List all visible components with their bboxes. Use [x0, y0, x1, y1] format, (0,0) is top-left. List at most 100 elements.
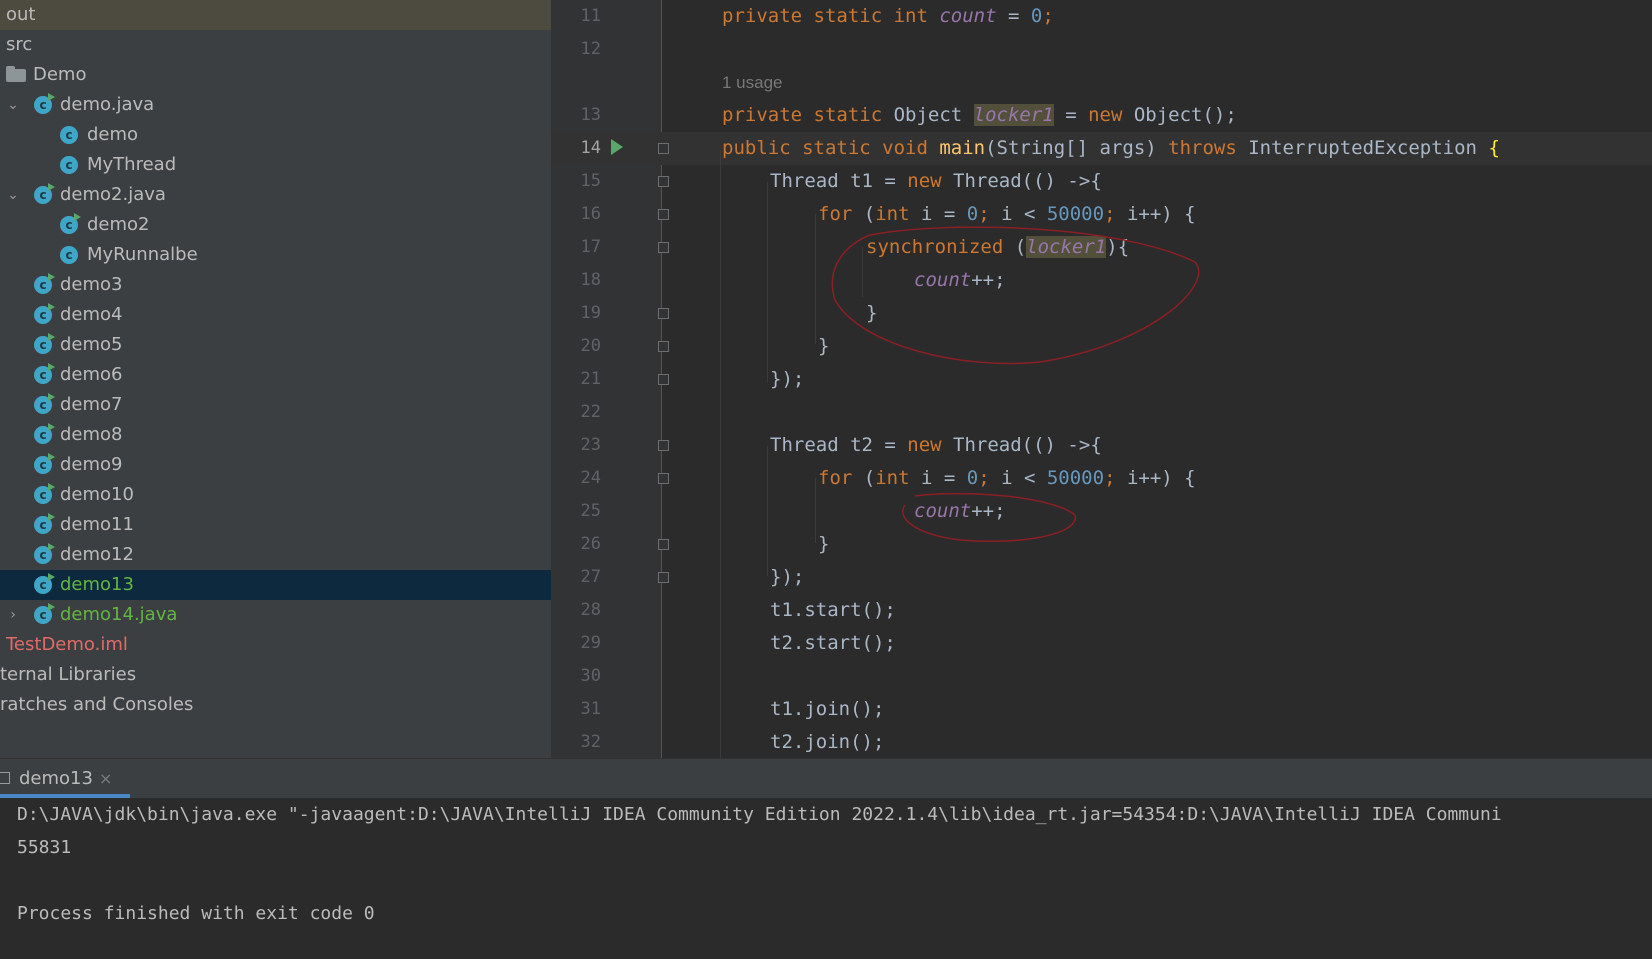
indent-guide [862, 247, 863, 297]
java-class-icon: c [34, 423, 55, 444]
tree-item-demo6[interactable]: c demo6 [0, 360, 551, 390]
fold-marker-icon[interactable] [658, 176, 669, 187]
fold-marker-icon[interactable] [658, 242, 669, 253]
code-line-25[interactable]: count++; [914, 495, 1006, 528]
fold-marker-icon[interactable] [658, 473, 669, 484]
code-line-20[interactable]: } [818, 330, 829, 363]
code-token: count [914, 500, 972, 522]
tree-item-external-libraries[interactable]: ternal Libraries [0, 660, 551, 690]
tree-item-label: demo5 [60, 334, 123, 355]
code-line-27[interactable]: }); [770, 561, 804, 594]
tree-item-demo4[interactable]: c demo4 [0, 300, 551, 330]
code-line-18[interactable]: count++; [914, 264, 1006, 297]
line-number: 32 [580, 732, 601, 752]
close-icon[interactable]: × [99, 759, 112, 798]
chevron-down-icon[interactable]: ⌄ [6, 90, 20, 120]
tree-item-mythread[interactable]: c MyThread [0, 150, 551, 180]
code-line-28[interactable]: t1.start(); [770, 594, 896, 627]
tree-item-label: demo10 [60, 484, 134, 505]
tree-item-demo2-class[interactable]: c demo2 [0, 210, 551, 240]
indent-guide [767, 446, 768, 576]
indent-guide [815, 214, 816, 344]
java-class-icon: c [60, 213, 81, 234]
line-number: 12 [580, 39, 601, 59]
tree-item-label: Demo [33, 64, 87, 85]
chevron-down-icon[interactable]: ⌄ [6, 180, 20, 210]
indent-guide [720, 150, 721, 758]
code-token: private static [722, 104, 894, 126]
code-line-16[interactable]: for (int i = 0; i < 50000; i++) { [818, 198, 1196, 231]
tree-item-demo11[interactable]: c demo11 [0, 510, 551, 540]
code-token: throws [1168, 137, 1249, 159]
code-token: ; [978, 203, 1002, 225]
fold-marker-icon[interactable] [658, 143, 669, 154]
code-line-26[interactable]: } [818, 528, 829, 561]
console-line-command[interactable]: D:\JAVA\jdk\bin\java.exe "-javaagent:D:\… [17, 798, 1502, 831]
tree-item-demo7[interactable]: c demo7 [0, 390, 551, 420]
run-tab-demo13[interactable]: demo13 × [0, 759, 130, 798]
code-token: (String[] args) [985, 137, 1169, 159]
usage-hint[interactable]: 1 usage [722, 66, 783, 99]
code-token: ++; [971, 500, 1006, 522]
line-number: 25 [580, 501, 601, 521]
tree-item-demo-java[interactable]: ⌄ c demo.java [0, 90, 551, 120]
java-class-icon: c [34, 513, 55, 534]
code-line-32[interactable]: t2.join(); [770, 726, 884, 759]
line-number: 23 [580, 435, 601, 455]
console-line-output[interactable]: 55831 [17, 831, 71, 864]
code-token: i < [1001, 203, 1047, 225]
tree-item-demo-class[interactable]: c demo [0, 120, 551, 150]
code-line-31[interactable]: t1.join(); [770, 693, 884, 726]
code-line-21[interactable]: }); [770, 363, 804, 396]
tree-item-demo3[interactable]: c demo3 [0, 270, 551, 300]
fold-marker-icon[interactable] [658, 341, 669, 352]
java-class-icon: c [34, 183, 55, 204]
code-token: Thread t2 = [770, 434, 908, 456]
tree-item-out[interactable]: out [0, 0, 551, 30]
code-line-11[interactable]: private static int count = 0; [722, 0, 1054, 33]
code-token: locker1 [973, 104, 1054, 126]
run-console[interactable]: D:\JAVA\jdk\bin\java.exe "-javaagent:D:\… [0, 798, 1652, 959]
code-line-24[interactable]: for (int i = 0; i < 50000; i++) { [818, 462, 1196, 495]
code-token: 0 [966, 203, 979, 225]
chevron-right-icon[interactable]: › [6, 600, 20, 630]
fold-marker-icon[interactable] [658, 374, 669, 385]
run-main-icon[interactable] [611, 139, 623, 155]
tree-item-myrunnalbe[interactable]: c MyRunnalbe [0, 240, 551, 270]
fold-marker-icon[interactable] [658, 539, 669, 550]
tree-item-src[interactable]: src [0, 30, 551, 60]
fold-marker-icon[interactable] [658, 308, 669, 319]
tree-item-scratches[interactable]: ratches and Consoles [0, 690, 551, 720]
code-token: i = [920, 203, 967, 225]
fold-marker-icon[interactable] [658, 440, 669, 451]
code-line-15[interactable]: Thread t1 = new Thread(() ->{ [770, 165, 1102, 198]
tree-item-demo-package[interactable]: Demo [0, 60, 551, 90]
tree-item-demo9[interactable]: c demo9 [0, 450, 551, 480]
project-tree: out src Demo ⌄ c demo.java c demo c MyTh… [0, 0, 551, 758]
tree-item-label: demo8 [60, 424, 123, 445]
tree-item-demo5[interactable]: c demo5 [0, 330, 551, 360]
tree-item-demo10[interactable]: c demo10 [0, 480, 551, 510]
tree-item-demo12[interactable]: c demo12 [0, 540, 551, 570]
tree-item-testdemo-iml[interactable]: TestDemo.iml [0, 630, 551, 660]
java-class-icon: c [34, 303, 55, 324]
tree-item-demo2-java[interactable]: ⌄ c demo2.java [0, 180, 551, 210]
code-line-23[interactable]: Thread t2 = new Thread(() ->{ [770, 429, 1102, 462]
tree-item-label: src [6, 34, 33, 55]
tree-item-demo14-java[interactable]: › c demo14.java [0, 600, 551, 630]
code-line-29[interactable]: t2.start(); [770, 627, 896, 660]
tree-item-demo13[interactable]: c demo13 [0, 570, 551, 600]
code-line-14[interactable]: public static void main(String[] args) t… [722, 132, 1500, 165]
tree-item-label: demo11 [60, 514, 134, 535]
fold-marker-icon[interactable] [658, 572, 669, 583]
code-line-19[interactable]: } [866, 297, 877, 330]
code-token: private static int [722, 5, 940, 27]
code-line-17[interactable]: synchronized (locker1){ [866, 231, 1129, 264]
tree-item-demo8[interactable]: c demo8 [0, 420, 551, 450]
fold-marker-icon[interactable] [658, 209, 669, 220]
code-token: ( [863, 203, 876, 225]
code-line-13[interactable]: private static Object locker1 = new Obje… [722, 99, 1237, 132]
code-token: new [907, 434, 954, 456]
java-class-icon: c [34, 93, 55, 114]
console-line-exit[interactable]: Process finished with exit code 0 [17, 897, 375, 930]
